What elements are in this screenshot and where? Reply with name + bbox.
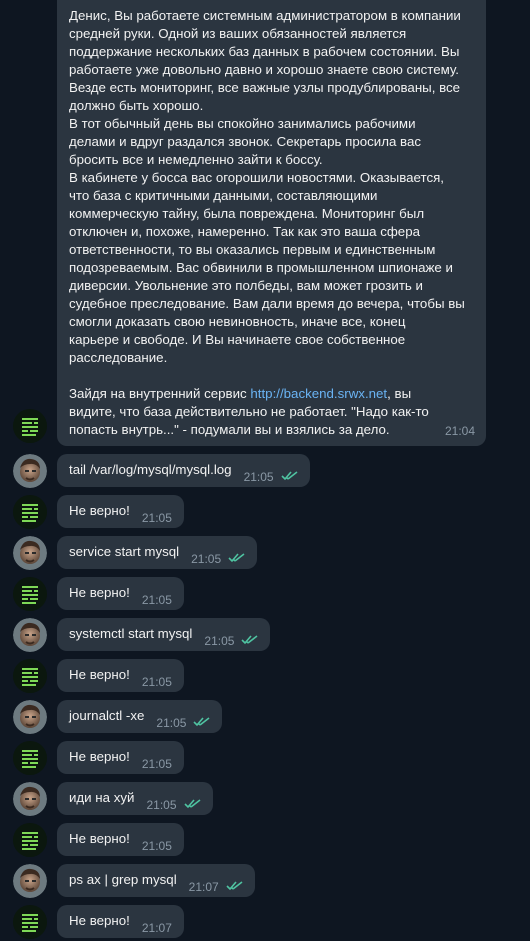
message-text: tail /var/log/mysql/mysql.log bbox=[69, 462, 232, 477]
bot-avatar[interactable] bbox=[13, 409, 47, 443]
message-text: Не верно! bbox=[69, 831, 130, 846]
story-paragraph-2: В тот обычный день вы спокойно занималис… bbox=[69, 116, 422, 167]
message-time: 21:05 bbox=[141, 839, 172, 853]
user-message-row: systemctl start mysql 21:05 bbox=[0, 618, 530, 652]
message-text: Не верно! bbox=[69, 585, 130, 600]
message-bubble: service start mysql 21:05 bbox=[57, 536, 258, 569]
message-bubble: Не верно! 21:05 bbox=[57, 659, 184, 692]
terminal-lines-icon bbox=[13, 823, 47, 857]
user-message-row: ps ax | grep mysql 21:07 bbox=[0, 864, 530, 898]
message-time: 21:05 bbox=[243, 470, 274, 484]
message-time: 21:05 bbox=[156, 716, 187, 730]
bot-avatar[interactable] bbox=[13, 823, 47, 857]
user-message-row: иди на хуй 21:05 bbox=[0, 782, 530, 816]
message-text: Не верно! bbox=[69, 913, 130, 928]
message-time: 21:05 bbox=[141, 593, 172, 607]
bot-message-row: Не верно! 21:05 bbox=[0, 823, 530, 857]
user-avatar[interactable] bbox=[13, 782, 47, 816]
message-time: 21:05 bbox=[141, 675, 172, 689]
message-text: Не верно! bbox=[69, 667, 130, 682]
backend-link[interactable]: http://backend.srwx.net bbox=[250, 386, 387, 401]
bot-message-row: Не верно! 21:05 bbox=[0, 741, 530, 775]
user-avatar[interactable] bbox=[13, 454, 47, 488]
message-time: 21:07 bbox=[188, 880, 219, 894]
message-time: 21:05 bbox=[146, 798, 177, 812]
bot-message-row: Не верно! 21:05 bbox=[0, 577, 530, 611]
message-bubble: Не верно! 21:05 bbox=[57, 577, 184, 610]
message-time: 21:05 bbox=[191, 552, 222, 566]
bot-avatar[interactable] bbox=[13, 495, 47, 529]
terminal-lines-icon bbox=[13, 495, 47, 529]
user-photo-avatar bbox=[13, 864, 47, 898]
double-check-icon bbox=[241, 635, 258, 645]
story-time: 21:04 bbox=[444, 424, 475, 438]
user-message-row: service start mysql 21:05 bbox=[0, 536, 530, 570]
message-text: Не верно! bbox=[69, 749, 130, 764]
message-text: Не верно! bbox=[69, 503, 130, 518]
story-final-text-start: Зайдя на внутренний сервис bbox=[69, 386, 251, 401]
user-avatar[interactable] bbox=[13, 700, 47, 734]
message-bubble: systemctl start mysql 21:05 bbox=[57, 618, 271, 651]
message-bubble: tail /var/log/mysql/mysql.log 21:05 bbox=[57, 454, 310, 487]
story-final-line-2: видите, что база действительно не работа… bbox=[69, 404, 429, 419]
story-paragraph-1: Денис, Вы работаете системным администра… bbox=[69, 8, 461, 113]
message-bubble: иди на хуй 21:05 bbox=[57, 782, 213, 815]
message-bubble: Не верно! 21:07 bbox=[57, 905, 184, 938]
message-text: service start mysql bbox=[69, 544, 180, 559]
message-bubble: journalctl -xe 21:05 bbox=[57, 700, 223, 733]
message-time: 21:05 bbox=[141, 511, 172, 525]
message-time: 21:05 bbox=[204, 634, 235, 648]
story-message-bubble: Денис, Вы работаете системным администра… bbox=[57, 0, 486, 446]
terminal-lines-icon bbox=[13, 741, 47, 775]
message-text: systemctl start mysql bbox=[69, 626, 193, 641]
story-final-text-end: , вы bbox=[387, 386, 412, 401]
user-photo-avatar bbox=[13, 618, 47, 652]
bot-message-row: Не верно! 21:05 bbox=[0, 659, 530, 693]
message-text: иди на хуй bbox=[69, 790, 135, 805]
bot-avatar[interactable] bbox=[13, 741, 47, 775]
double-check-icon bbox=[183, 799, 200, 809]
message-text: ps ax | grep mysql bbox=[69, 872, 177, 887]
user-photo-avatar bbox=[13, 454, 47, 488]
story-final-line-3: попасть внутрь..." - подумали вы и взяли… bbox=[69, 422, 390, 437]
user-photo-avatar bbox=[13, 700, 47, 734]
terminal-lines-icon bbox=[13, 905, 47, 939]
message-bubble: Не верно! 21:05 bbox=[57, 495, 184, 528]
double-check-icon bbox=[281, 471, 298, 481]
double-check-icon bbox=[193, 717, 210, 727]
terminal-lines-icon bbox=[13, 659, 47, 693]
message-time: 21:07 bbox=[141, 921, 172, 935]
user-photo-avatar bbox=[13, 536, 47, 570]
message-text: journalctl -xe bbox=[69, 708, 145, 723]
bot-avatar[interactable] bbox=[13, 577, 47, 611]
terminal-lines-icon bbox=[13, 577, 47, 611]
user-message-row: tail /var/log/mysql/mysql.log 21:05 bbox=[0, 454, 530, 488]
message-bubble: Не верно! 21:05 bbox=[57, 823, 184, 856]
user-avatar[interactable] bbox=[13, 618, 47, 652]
bot-message-row: Не верно! 21:07 bbox=[0, 905, 530, 939]
double-check-icon bbox=[226, 881, 243, 891]
story-final-paragraph: Зайдя на внутренний сервис http://backen… bbox=[69, 385, 474, 439]
user-photo-avatar bbox=[13, 782, 47, 816]
bot-avatar[interactable] bbox=[13, 905, 47, 939]
double-check-icon bbox=[228, 553, 245, 563]
message-bubble: Не верно! 21:05 bbox=[57, 741, 184, 774]
terminal-lines-icon bbox=[13, 409, 47, 443]
story-paragraph-3: В кабинете у босса вас огорошили новостя… bbox=[69, 170, 465, 365]
message-bubble: ps ax | grep mysql 21:07 bbox=[57, 864, 255, 897]
bot-avatar[interactable] bbox=[13, 659, 47, 693]
message-time: 21:05 bbox=[141, 757, 172, 771]
user-message-row: journalctl -xe 21:05 bbox=[0, 700, 530, 734]
user-avatar[interactable] bbox=[13, 864, 47, 898]
user-avatar[interactable] bbox=[13, 536, 47, 570]
bot-message-row: Не верно! 21:05 bbox=[0, 495, 530, 529]
